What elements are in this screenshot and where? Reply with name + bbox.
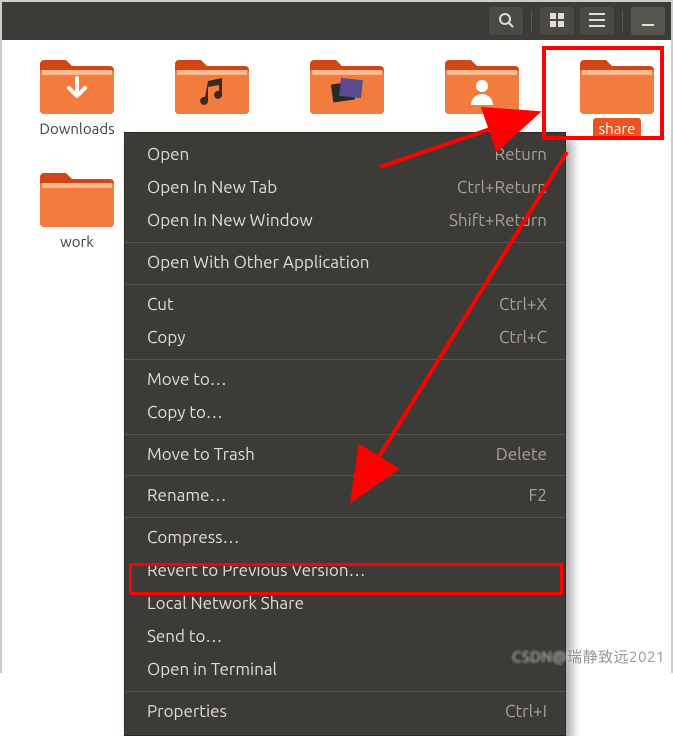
folder-work[interactable]: work (22, 165, 132, 252)
folder-public[interactable]: Public (427, 52, 537, 114)
menu-separator (125, 434, 565, 435)
grid-icon (550, 13, 564, 30)
folder-pictures[interactable]: Pictures (292, 52, 402, 114)
folder-label: share (593, 118, 642, 139)
menu-item-open-new-window[interactable]: Open In New WindowShift+Return (125, 205, 565, 238)
shortcut-label: Ctrl+I (505, 701, 547, 724)
folder-music[interactable]: Music (157, 52, 267, 114)
header-separator (531, 10, 532, 32)
menu-item-rename[interactable]: Rename…F2 (125, 480, 565, 513)
menu-separator (125, 284, 565, 285)
minimize-icon (642, 13, 654, 30)
folder-icon (310, 52, 384, 114)
folder-context-menu: OpenReturn Open In New TabCtrl+Return Op… (124, 132, 566, 736)
person-icon (463, 76, 501, 106)
folder-icon (40, 165, 114, 227)
shortcut-label: Return (495, 144, 547, 167)
menu-item-copy[interactable]: CopyCtrl+C (125, 322, 565, 355)
hamburger-icon (589, 13, 605, 30)
folder-icon (40, 52, 114, 114)
download-arrow-icon (58, 76, 96, 106)
menu-separator (125, 475, 565, 476)
folder-label: Downloads (33, 118, 120, 139)
menu-item-open[interactable]: OpenReturn (125, 139, 565, 172)
view-grid-button[interactable] (540, 7, 574, 35)
menu-item-copy-to[interactable]: Copy to… (125, 397, 565, 430)
photos-icon (328, 76, 366, 106)
icon-view[interactable]: Downloads Music Pictures Public (2, 40, 671, 675)
menu-item-move-to[interactable]: Move to… (125, 364, 565, 397)
hamburger-menu-button[interactable] (580, 7, 614, 35)
search-icon (498, 12, 514, 31)
menu-item-revert[interactable]: Revert to Previous Version… (125, 555, 565, 588)
folder-icon (445, 52, 519, 114)
folder-icon (580, 52, 654, 114)
menu-item-properties[interactable]: PropertiesCtrl+I (125, 696, 565, 729)
shortcut-label: Shift+Return (449, 210, 547, 233)
menu-item-move-to-trash[interactable]: Move to TrashDelete (125, 439, 565, 472)
header-separator (622, 10, 623, 32)
shortcut-label: Ctrl+Return (457, 177, 547, 200)
menu-separator (125, 242, 565, 243)
music-note-icon (193, 76, 231, 106)
menu-separator (125, 517, 565, 518)
menu-separator (125, 691, 565, 692)
folder-share[interactable]: share (562, 52, 672, 139)
menu-item-send-to[interactable]: Send to… (125, 621, 565, 654)
menu-item-open-with[interactable]: Open With Other Application (125, 247, 565, 280)
menu-item-open-new-tab[interactable]: Open In New TabCtrl+Return (125, 172, 565, 205)
menu-item-cut[interactable]: CutCtrl+X (125, 289, 565, 322)
menu-item-compress[interactable]: Compress… (125, 522, 565, 555)
search-button[interactable] (489, 7, 523, 35)
shortcut-label: F2 (528, 485, 547, 508)
folder-label: work (54, 231, 100, 252)
shortcut-label: Ctrl+X (499, 294, 547, 317)
menu-item-open-terminal[interactable]: Open in Terminal (125, 654, 565, 687)
shortcut-label: Ctrl+C (499, 327, 547, 350)
folder-icon (175, 52, 249, 114)
window-minimize-button[interactable] (631, 7, 665, 35)
menu-item-local-network-share[interactable]: Local Network Share (125, 588, 565, 621)
menu-separator (125, 359, 565, 360)
watermark: CSDN@瑞静致远2021 (512, 646, 665, 667)
file-manager-header (2, 2, 671, 40)
folder-downloads[interactable]: Downloads (22, 52, 132, 139)
shortcut-label: Delete (496, 444, 547, 467)
